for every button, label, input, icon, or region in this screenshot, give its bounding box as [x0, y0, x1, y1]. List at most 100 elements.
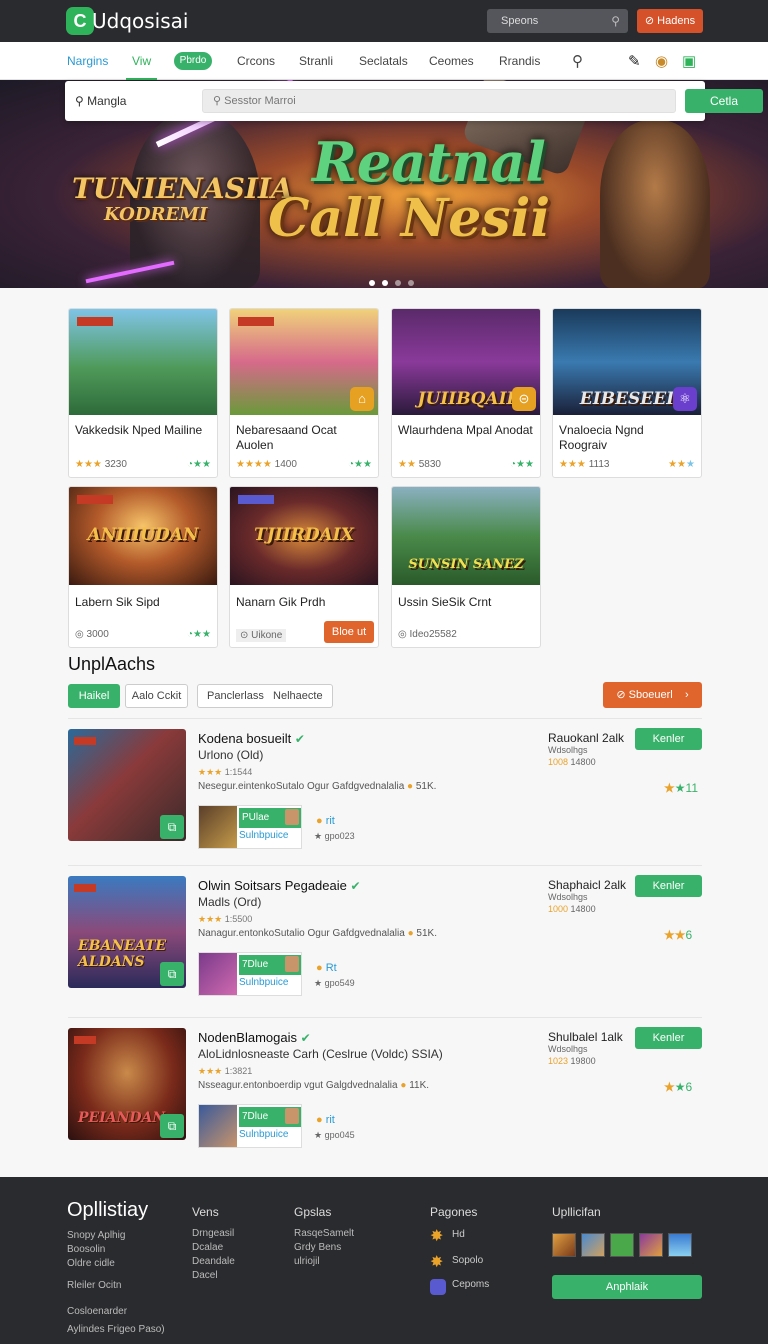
- game-card[interactable]: EIBESEEI ⚛ Vnaloecia Ngnd Roograiv ★★★ 1…: [552, 308, 702, 478]
- search-icon: ⚲: [75, 94, 88, 108]
- carousel-dot[interactable]: [382, 280, 388, 286]
- footer-link[interactable]: Aylindes Frigeo Paso): [67, 1323, 165, 1337]
- filter-dropdown[interactable]: Panclerlass Nelhaecte: [197, 684, 333, 708]
- game-card[interactable]: SUNSIN SANEZ Ussin SieSik Crnt ◎ Ideo255…: [391, 486, 541, 648]
- footer-page-link[interactable]: ✸ Sopolo: [430, 1255, 489, 1271]
- carousel-dot[interactable]: [395, 280, 401, 286]
- app-thumbnail[interactable]: [581, 1233, 605, 1257]
- search-button[interactable]: Cetla: [685, 89, 763, 113]
- footer-link[interactable]: Dcalae: [192, 1241, 235, 1255]
- list-item-description-text: Nanagur.entonkoSutalio Ogur Gafdgvednala…: [198, 928, 405, 939]
- list-item-check: ● rit: [316, 815, 335, 827]
- list-item-description-count: 11K.: [409, 1080, 430, 1091]
- footer-link[interactable]: RasqeSamelt: [294, 1227, 354, 1241]
- footer-link[interactable]: Boosolin: [67, 1243, 165, 1257]
- share-icon[interactable]: ⧉: [160, 815, 184, 839]
- star-rating-icon: ★★★★: [236, 459, 272, 470]
- nav-item-1[interactable]: Viw: [126, 54, 158, 80]
- game-card[interactable]: JUIIBQAII ⊝ Wlaurhdena Mpal Anodat ★★ 58…: [391, 308, 541, 478]
- hero-cowboy-figure: [600, 120, 710, 288]
- nav-item-4[interactable]: Stranli: [299, 54, 333, 68]
- sort-icon: ⊘: [616, 689, 629, 701]
- app-thumbnail[interactable]: [639, 1233, 663, 1257]
- footer-link[interactable]: Dacel: [192, 1269, 235, 1283]
- game-card[interactable]: TJIIRDAIX Nanarn Gik Prdh ⊙ Uikone Bloe u…: [229, 486, 379, 648]
- list-item-count: ★ gpo549: [314, 978, 355, 989]
- rating-stars-icon: ★★★: [668, 459, 695, 470]
- list-item-price: 1000: [548, 904, 569, 914]
- list-item-action-button[interactable]: Kenler: [635, 728, 702, 750]
- list-item[interactable]: PEIANDAN ⧉ NodenBlamogais ✔ AloLidnlosne…: [68, 1017, 702, 1167]
- game-card-buy-button[interactable]: Bloe ut: [324, 621, 374, 643]
- list-item-description-count: 51K.: [416, 928, 437, 939]
- header-action-button[interactable]: ⊘ Hadens: [637, 9, 703, 33]
- footer-link[interactable]: Drngeasil: [192, 1227, 235, 1241]
- footer-page-link[interactable]: ✸ Hd: [430, 1229, 471, 1245]
- list-item-action-button[interactable]: Kenler: [635, 1027, 702, 1049]
- nav-item-3[interactable]: Crcons: [237, 54, 275, 68]
- search-input[interactable]: ⚲ Sesstor Marroi: [202, 89, 676, 113]
- nav-item-0[interactable]: Nargins: [67, 54, 108, 68]
- list-item-right-subtitle: Wdsolhgs: [548, 1044, 588, 1054]
- search-icon[interactable]: ⚲: [572, 52, 583, 70]
- carousel-dot[interactable]: [408, 280, 414, 286]
- app-logo[interactable]: C: [66, 7, 94, 35]
- filter-dropdown-label: Panclerlass: [207, 690, 264, 702]
- top-search-input[interactable]: Speons ⚲: [487, 9, 628, 33]
- gift-icon[interactable]: ▣: [682, 52, 696, 70]
- palette-icon[interactable]: ◉: [655, 52, 668, 70]
- main-nav: Nargins Viw Pbrdo Crcons Stranli Seclata…: [0, 42, 768, 80]
- hero-main-subtitle: Call Nesii: [268, 188, 551, 249]
- list-item-check: ● rit: [316, 1114, 335, 1126]
- footer-link[interactable]: Rleiler Ocitn: [67, 1279, 165, 1293]
- nav-item-6[interactable]: Ceomes: [429, 54, 474, 68]
- game-card[interactable]: ANIIIUDAN Labern Sik Sipd ◎ 3000 ◔★★: [68, 486, 218, 648]
- list-item-count: ★ gpo023: [314, 831, 355, 842]
- footer-link[interactable]: ulriojil: [294, 1255, 354, 1269]
- list-item-mini-card[interactable]: PUlae Sulnbpuice: [198, 805, 302, 849]
- game-card[interactable]: Vakkedsik Nped Mailine ★★★ 3230 ◔★★: [68, 308, 218, 478]
- footer-page-label: Sopolo: [452, 1255, 484, 1266]
- footer-app-button[interactable]: Anphlaik: [552, 1275, 702, 1299]
- footer-link[interactable]: Cosloenarder: [67, 1305, 165, 1319]
- atom-icon[interactable]: ⚛: [673, 387, 697, 411]
- nav-item-2[interactable]: Pbrdo: [174, 52, 212, 70]
- game-card-meta: ★★★ 1113 ★★★: [553, 455, 701, 477]
- footer-link[interactable]: Oldre cidle: [67, 1257, 165, 1271]
- search-panel-label[interactable]: ⚲ Mangla: [75, 94, 126, 108]
- filter-button[interactable]: Aalo Cckit: [125, 684, 188, 708]
- list-item-mini-card[interactable]: 7Dlue Sulnbpuice: [198, 1104, 302, 1148]
- list-item[interactable]: ⧉ Kodena bosueilt ✔ Urlono (Old) ★★★ 1:1…: [68, 718, 702, 868]
- filter-button[interactable]: Haikel: [68, 684, 120, 708]
- list-item-title: Kodena bosueilt ✔: [198, 731, 305, 746]
- brush-icon[interactable]: ✎: [628, 52, 641, 70]
- share-icon[interactable]: ⧉: [160, 962, 184, 986]
- footer-link[interactable]: Snopy Aplhig: [67, 1229, 165, 1243]
- game-card[interactable]: ⌂ Nebaresaand Ocat Auolen ★★★★ 1400 ◔★★: [229, 308, 379, 478]
- app-thumbnail[interactable]: [668, 1233, 692, 1257]
- lock-icon[interactable]: ⊝: [512, 387, 536, 411]
- footer-page-link[interactable]: Cepoms: [430, 1279, 495, 1295]
- carousel-dot[interactable]: [369, 280, 375, 286]
- list-item-mini-card[interactable]: 7Dlue Sulnbpuice: [198, 952, 302, 996]
- nav-item-7[interactable]: Rrandis: [499, 54, 540, 68]
- star-rating-icon: ★★★: [75, 459, 102, 470]
- list-item-tag: [74, 737, 96, 745]
- list-item-stars-count: 1:1544: [224, 767, 253, 777]
- footer-link[interactable]: Deandale: [192, 1255, 235, 1269]
- share-icon[interactable]: ⧉: [160, 1114, 184, 1138]
- nav-item-5[interactable]: Seclatals: [359, 54, 408, 68]
- rating-stars-icon: ◔★★: [187, 459, 211, 470]
- list-item[interactable]: EBANEATE ALDANS ⧉ Olwin Soitsars Pegadea…: [68, 865, 702, 1015]
- coin-icon: ●: [316, 815, 326, 827]
- list-item-subtitle: Urlono (Old): [198, 748, 264, 762]
- list-item-action-button[interactable]: Kenler: [635, 875, 702, 897]
- basket-icon[interactable]: ⌂: [350, 387, 374, 411]
- game-card-rating-tag: ⊙ Uikone: [236, 629, 287, 642]
- coin-icon: ●: [400, 1080, 407, 1091]
- footer-column-1: Snopy Aplhig Boosolin Oldre cidle Rleile…: [67, 1229, 165, 1337]
- app-thumbnail[interactable]: [552, 1233, 576, 1257]
- app-thumbnail[interactable]: [610, 1233, 634, 1257]
- sort-button[interactable]: ⊘ Sboeuerl ›: [603, 682, 702, 708]
- footer-link[interactable]: Grdy Bens: [294, 1241, 354, 1255]
